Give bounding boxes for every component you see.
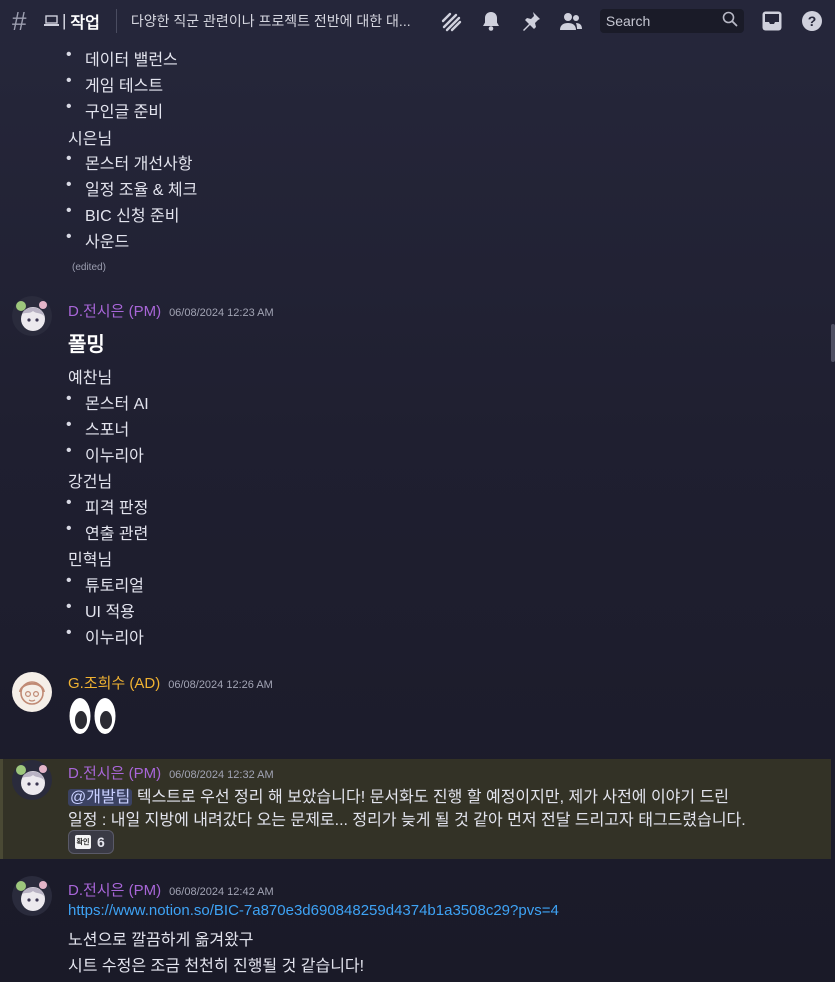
list-item: 튜토리얼 xyxy=(66,572,144,596)
scrollbar-thumb[interactable] xyxy=(831,324,835,362)
message-text: 일정 : 내일 지방에 내려갔다 오는 문제로... 정리가 늦게 될 것 같아… xyxy=(68,812,746,829)
author-name[interactable]: D.전시은 (PM) xyxy=(68,762,161,783)
avatar[interactable] xyxy=(12,876,52,916)
avatar[interactable] xyxy=(12,760,52,800)
laptop-icon xyxy=(44,14,60,28)
list-item: 일정 조율 & 체크 xyxy=(66,176,197,200)
author-name[interactable]: D.전시은 (PM) xyxy=(68,879,161,900)
timestamp: 06/08/2024 12:26 AM xyxy=(168,679,273,691)
notion-link[interactable]: https://www.notion.so/BIC-7a870e3d690848… xyxy=(68,902,559,919)
channel-topic[interactable]: 다양한 직군 관련이나 프로젝트 전반에 대한 대... xyxy=(131,11,429,31)
list-item: 몬스터 AI xyxy=(66,390,149,414)
inbox-icon[interactable] xyxy=(760,9,784,33)
timestamp: 06/08/2024 12:42 AM xyxy=(169,886,274,898)
header-divider xyxy=(115,9,117,33)
person-label: 시은님 xyxy=(68,131,113,148)
list-item: 피격 판정 xyxy=(66,494,148,518)
search-input[interactable]: Search xyxy=(599,9,744,33)
timestamp: 06/08/2024 12:32 AM xyxy=(169,769,274,781)
search-icon xyxy=(722,11,738,32)
role-mention[interactable]: @개발팀 xyxy=(68,789,133,806)
threads-icon[interactable] xyxy=(439,9,463,33)
author-name[interactable]: D.전시은 (PM) xyxy=(68,300,161,321)
help-icon[interactable]: ? xyxy=(800,9,824,33)
message-header: G.조희수 (AD) 06/08/2024 12:26 AM xyxy=(68,672,273,693)
message-text: 노션으로 깔끔하게 옮겨왔구 xyxy=(68,932,254,949)
list-item: 이누리아 xyxy=(66,624,144,648)
message-header: D.전시은 (PM) 06/08/2024 12:32 AM xyxy=(68,762,274,783)
search-placeholder: Search xyxy=(605,13,651,29)
pin-icon[interactable] xyxy=(519,9,543,33)
list-item: 몬스터 개선사항 xyxy=(66,150,192,174)
list-item: 구인글 준비 xyxy=(66,98,163,122)
list-item: 사운드 xyxy=(66,228,129,252)
list-item: BIC 신청 준비 xyxy=(66,202,179,226)
person-label: 강건님 xyxy=(68,474,113,491)
channel-name: 작업 xyxy=(70,15,100,32)
channel-header: # | 작업 다양한 직군 관련이나 프로젝트 전반에 대한 대... Sear… xyxy=(0,0,835,42)
person-label: 예찬님 xyxy=(68,370,113,387)
eyes-emoji xyxy=(68,696,118,741)
avatar[interactable] xyxy=(12,296,52,336)
svg-text:?: ? xyxy=(808,13,817,29)
list-item: UI 적용 xyxy=(66,598,135,622)
person-label: 민혁님 xyxy=(68,552,113,569)
message-text: 시트 수정은 조금 천천히 진행될 것 같습니다! xyxy=(68,958,365,975)
reaction-emoji: 확인 xyxy=(75,835,91,849)
timestamp: 06/08/2024 12:23 AM xyxy=(169,307,274,319)
message-heading: 폴밍 xyxy=(68,334,105,356)
bell-icon[interactable] xyxy=(479,9,503,33)
channel-separator: | xyxy=(62,11,67,30)
list-item: 데이터 밸런스 xyxy=(66,46,178,70)
chat-messages[interactable]: 데이터 밸런스 게임 테스트 구인글 준비 시은님 몬스터 개선사항 일정 조율… xyxy=(0,42,835,982)
author-name[interactable]: G.조희수 (AD) xyxy=(68,672,160,693)
list-item: 스포너 xyxy=(66,416,129,440)
reaction-button[interactable]: 확인 6 xyxy=(68,830,114,854)
edited-label: (edited) xyxy=(72,262,106,273)
list-item: 게임 테스트 xyxy=(66,72,163,96)
list-item: 연출 관련 xyxy=(66,520,148,544)
members-icon[interactable] xyxy=(559,9,583,33)
channel-hash-icon: # xyxy=(12,6,27,36)
reaction-count: 6 xyxy=(97,834,105,850)
message-header: D.전시은 (PM) 06/08/2024 12:23 AM xyxy=(68,300,274,321)
avatar[interactable] xyxy=(12,672,52,712)
message-text: @개발팀 텍스트로 우선 정리 해 보았습니다! 문서화도 진행 할 예정이지만… xyxy=(68,789,730,806)
list-item: 이누리아 xyxy=(66,442,144,466)
message-header: D.전시은 (PM) 06/08/2024 12:42 AM xyxy=(68,879,274,900)
